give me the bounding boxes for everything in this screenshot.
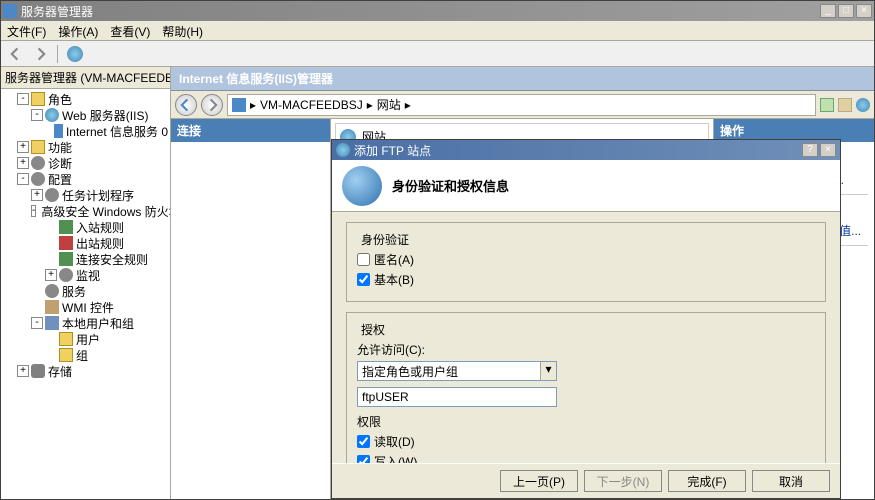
titlebar: 服务器管理器 _ □ × (1, 1, 874, 21)
back-button[interactable] (5, 43, 27, 65)
iis-body: 连接 网站 添加 FTP 站点 ? × (171, 119, 874, 499)
body: 服务器管理器 (VM-MACFEEDBSJ) -角色 -Web 服务器(IIS)… (1, 67, 874, 499)
tree-features[interactable]: +功能 (3, 139, 168, 155)
close-button[interactable]: × (856, 4, 872, 18)
tree-services[interactable]: 服务 (3, 283, 168, 299)
perm-label: 权限 (357, 413, 815, 430)
write-checkbox[interactable] (357, 455, 370, 463)
dialog-titlebar: 添加 FTP 站点 ? × (332, 140, 840, 160)
tree-groups[interactable]: 组 (3, 347, 168, 363)
help-toolbar-button[interactable] (64, 43, 86, 65)
iis-back-button[interactable] (175, 94, 197, 116)
crumb-sites[interactable]: 网站 (377, 96, 401, 113)
auth-legend: 身份验证 (357, 231, 413, 248)
tree-local-users[interactable]: -本地用户和组 (3, 315, 168, 331)
iis-area: Internet 信息服务(IIS)管理器 ▸ VM-MACFEEDBSJ ▸ … (171, 67, 874, 499)
access-combobox-value: 指定角色或用户组 (358, 363, 540, 380)
menu-help[interactable]: 帮助(H) (162, 23, 203, 38)
tree-web-server[interactable]: -Web 服务器(IIS) (3, 107, 168, 123)
server-manager-window: 服务器管理器 _ □ × 文件(F) 操作(A) 查看(V) 帮助(H) 服务器… (0, 0, 875, 500)
tree-storage[interactable]: +存储 (3, 363, 168, 379)
dialog-footer: 上一页(P) 下一步(N) 完成(F) 取消 (332, 463, 840, 498)
iis-title: Internet 信息服务(IIS)管理器 (171, 67, 874, 91)
read-checkbox[interactable] (357, 435, 370, 448)
tree-config[interactable]: -配置 (3, 171, 168, 187)
auth-group: 身份验证 匿名(A) 基本(B) (346, 222, 826, 302)
breadcrumb[interactable]: ▸ VM-MACFEEDBSJ ▸ 网站 ▸ (227, 94, 816, 116)
anonymous-checkbox[interactable] (357, 253, 370, 266)
authz-group: 授权 允许访问(C): 指定角色或用户组 ▾ ftpUSER 权限 (346, 312, 826, 463)
iis-toolbtn-1[interactable] (820, 98, 834, 112)
tree-roles[interactable]: -角色 (3, 91, 168, 107)
menu-action[interactable]: 操作(A) (58, 23, 98, 38)
basic-label: 基本(B) (374, 271, 414, 288)
dialog-icon (336, 143, 350, 157)
window-title: 服务器管理器 (21, 3, 818, 20)
tree-wmi[interactable]: WMI 控件 (3, 299, 168, 315)
crumb-host[interactable]: VM-MACFEEDBSJ (260, 98, 363, 112)
iis-help-button[interactable] (856, 98, 870, 112)
menu-view[interactable]: 查看(V) (110, 23, 150, 38)
tree-iis[interactable]: Internet 信息服务 0 (3, 123, 168, 139)
anonymous-label: 匿名(A) (374, 251, 414, 268)
tree-firewall[interactable]: -高级安全 Windows 防火墙 (3, 203, 168, 219)
tree-header: 服务器管理器 (VM-MACFEEDBSJ) (1, 67, 170, 89)
globe-icon (342, 166, 382, 206)
tree-inbound-rules[interactable]: 入站规则 (3, 219, 168, 235)
server-icon (232, 98, 246, 112)
basic-checkbox[interactable] (357, 273, 370, 286)
add-ftp-site-dialog: 添加 FTP 站点 ? × 身份验证和授权信息 身份验证 (331, 139, 841, 499)
authz-legend: 授权 (357, 321, 389, 338)
iis-forward-button[interactable] (201, 94, 223, 116)
connections-panel: 连接 (171, 119, 331, 499)
tree-users[interactable]: 用户 (3, 331, 168, 347)
access-label: 允许访问(C): (357, 341, 815, 358)
iis-toolbtn-2[interactable] (838, 98, 852, 112)
dialog-close-button[interactable]: × (820, 143, 836, 157)
access-combobox[interactable]: 指定角色或用户组 ▾ (357, 361, 557, 381)
content-panel: 网站 添加 FTP 站点 ? × 身份验证和授权信息 (331, 119, 714, 499)
iis-nav: ▸ VM-MACFEEDBSJ ▸ 网站 ▸ (171, 91, 874, 119)
dialog-help-button[interactable]: ? (802, 143, 818, 157)
tree-outbound-rules[interactable]: 出站规则 (3, 235, 168, 251)
cancel-button[interactable]: 取消 (752, 470, 830, 492)
chevron-down-icon[interactable]: ▾ (540, 362, 556, 380)
tree-monitor[interactable]: +监视 (3, 267, 168, 283)
menu-file[interactable]: 文件(F) (7, 23, 46, 38)
prev-button[interactable]: 上一页(P) (500, 470, 578, 492)
read-label: 读取(D) (374, 433, 415, 450)
dialog-header: 身份验证和授权信息 (332, 160, 840, 212)
tree-conn-sec-rules[interactable]: 连接安全规则 (3, 251, 168, 267)
tree: -角色 -Web 服务器(IIS) Internet 信息服务 0 +功能 +诊… (1, 89, 170, 381)
roles-input[interactable]: ftpUSER (357, 387, 557, 407)
app-icon (3, 4, 17, 18)
connections-header: 连接 (171, 119, 330, 142)
dialog-title: 添加 FTP 站点 (354, 142, 800, 159)
toolbar (1, 41, 874, 67)
tree-diagnostics[interactable]: +诊断 (3, 155, 168, 171)
tree-task-scheduler[interactable]: +任务计划程序 (3, 187, 168, 203)
tree-pane: 服务器管理器 (VM-MACFEEDBSJ) -角色 -Web 服务器(IIS)… (1, 67, 171, 499)
forward-button[interactable] (29, 43, 51, 65)
menubar: 文件(F) 操作(A) 查看(V) 帮助(H) (1, 21, 874, 41)
minimize-button[interactable]: _ (820, 4, 836, 18)
finish-button[interactable]: 完成(F) (668, 470, 746, 492)
dialog-body: 身份验证 匿名(A) 基本(B) (332, 212, 840, 463)
write-label: 写入(W) (374, 453, 417, 463)
next-button: 下一步(N) (584, 470, 662, 492)
maximize-button[interactable]: □ (838, 4, 854, 18)
dialog-heading: 身份验证和授权信息 (392, 176, 509, 195)
